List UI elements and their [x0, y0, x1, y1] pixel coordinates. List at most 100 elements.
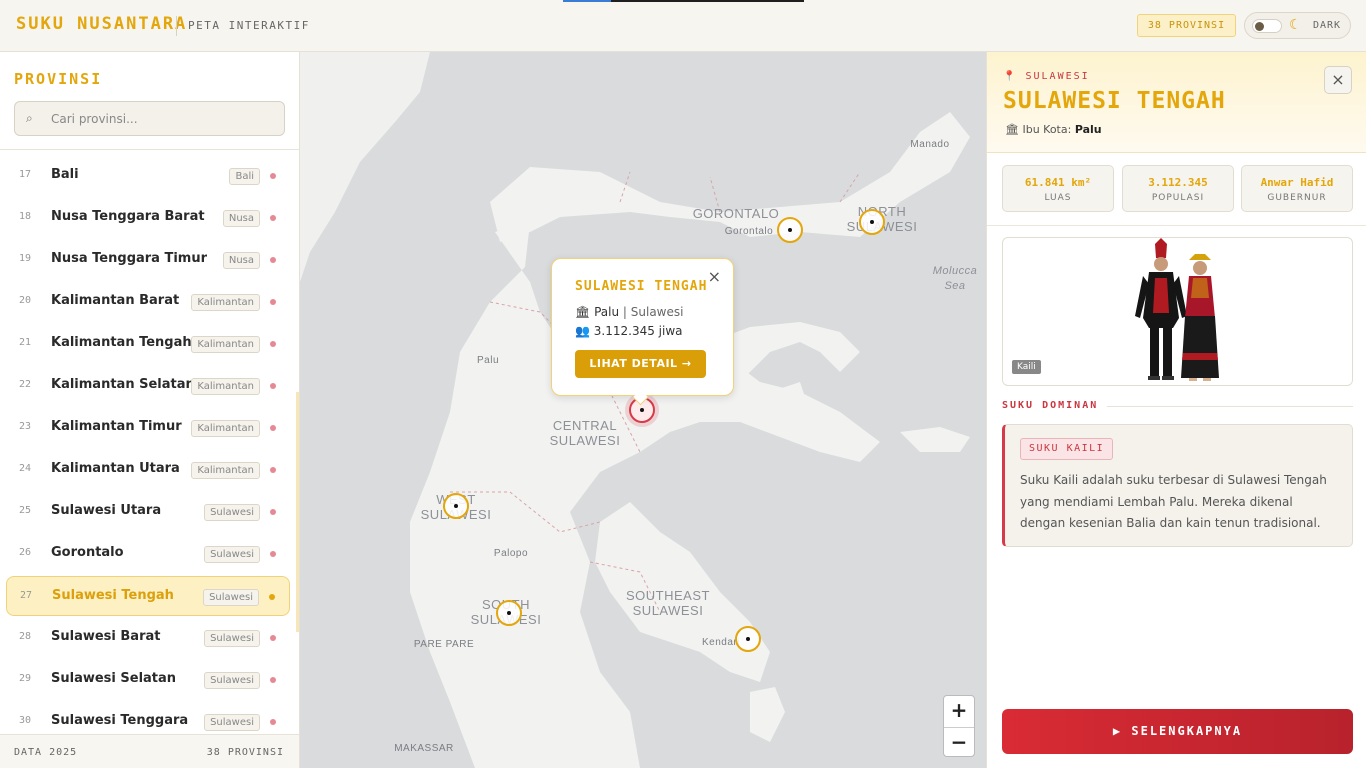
map-label-molucca-sea: Molucca Sea — [932, 265, 978, 292]
popup-capital-row: 🏛 Palu | Sulawesi — [575, 305, 683, 319]
region-tag: Nusa — [222, 252, 260, 269]
stat-area: 61.841 km² LUAS — [1002, 165, 1114, 212]
status-dot — [270, 341, 276, 347]
item-name: Sulawesi Selatan — [51, 671, 177, 686]
map-label-southeast-sulawesi: SOUTHEAST SULAWESI — [626, 588, 710, 618]
interactive-map[interactable]: GORONTALO Gorontalo NORTH SULAWESI Manad… — [300, 52, 986, 768]
suku-badge: SUKU KAILI — [1020, 438, 1114, 460]
zoom-in-button[interactable]: + — [944, 696, 974, 726]
stat-value: Anwar Hafid — [1260, 176, 1334, 189]
map-pin-sulawesi-selatan[interactable] — [496, 600, 522, 626]
item-name: Kalimantan Timur — [51, 419, 182, 434]
list-item[interactable]: 25 Sulawesi Utara Sulawesi — [6, 492, 290, 532]
item-name: Sulawesi Tengah — [52, 588, 174, 603]
brand-divider — [176, 16, 177, 36]
region-tag: Kalimantan — [191, 378, 260, 395]
item-name: Nusa Tenggara Timur — [51, 251, 208, 266]
popup-close-button[interactable]: × — [708, 267, 721, 286]
stat-value: 3.112.345 — [1148, 176, 1208, 189]
list-item[interactable]: 24 Kalimantan Utara Kalimantan — [6, 450, 290, 490]
figure-caption-tag: Kaili — [1012, 360, 1041, 374]
footer-province-count: 38 PROVINSI — [206, 747, 284, 758]
map-pin-sulawesi-barat[interactable] — [443, 493, 469, 519]
list-item[interactable]: 30 Sulawesi Tenggara Sulawesi — [6, 702, 290, 734]
status-dot — [270, 509, 276, 515]
region-tag: Sulawesi — [203, 589, 259, 606]
moon-icon: ☾ — [1289, 17, 1302, 33]
list-item[interactable]: 17 Bali Bali — [6, 156, 290, 196]
map-popup: × SULAWESI TENGAH 🏛 Palu | Sulawesi 👥 3.… — [551, 258, 734, 396]
status-dot — [270, 299, 276, 305]
dark-mode-label: DARK — [1313, 20, 1342, 31]
traditional-costume-image: Kaili — [1002, 237, 1353, 386]
see-more-button[interactable]: ▶ SELENGKAPNYA — [1002, 709, 1353, 754]
panel-close-button[interactable]: × — [1324, 66, 1352, 94]
zoom-control: + − — [943, 695, 975, 757]
switch-knob — [1255, 22, 1264, 31]
sidebar-scrollbar[interactable] — [296, 392, 299, 632]
item-number: 25 — [19, 505, 32, 516]
popup-title: SULAWESI TENGAH — [575, 279, 708, 294]
region-tag: Sulawesi — [204, 504, 260, 521]
building-icon: 🏛 — [1005, 123, 1019, 136]
popup-capital: Palu — [594, 305, 620, 319]
list-item[interactable]: 21 Kalimantan Tengah Kalimantan — [6, 324, 290, 364]
region-tag-label: SULAWESI — [1025, 71, 1090, 82]
status-dot — [269, 594, 275, 600]
status-dot — [270, 677, 276, 683]
item-name: Nusa Tenggara Barat — [51, 209, 205, 224]
stat-population: 3.112.345 POPULASI — [1122, 165, 1234, 212]
list-item[interactable]: 28 Sulawesi Barat Sulawesi — [6, 618, 290, 658]
map-pin-gorontalo[interactable] — [777, 217, 803, 243]
list-item[interactable]: 18 Nusa Tenggara Barat Nusa — [6, 198, 290, 238]
brand-subtitle: PETA INTERAKTIF — [188, 19, 310, 32]
item-number: 29 — [19, 673, 32, 684]
map-label-palu: Palu — [476, 355, 499, 366]
dark-mode-toggle[interactable]: ☾ DARK — [1244, 12, 1351, 39]
region-tag: Sulawesi — [204, 714, 260, 731]
map-label-gorontalo-city: Gorontalo — [724, 226, 774, 237]
item-number: 23 — [19, 421, 32, 432]
item-name: Kalimantan Selatan — [51, 377, 195, 392]
stat-label: LUAS — [1044, 193, 1072, 203]
item-number: 22 — [19, 379, 32, 390]
loading-progress-fill — [563, 0, 612, 2]
region-tag: Sulawesi — [204, 546, 260, 563]
item-number: 19 — [19, 253, 32, 264]
loading-progress-bar — [563, 0, 804, 2]
region-tag: Sulawesi — [204, 672, 260, 689]
view-detail-button[interactable]: LIHAT DETAIL → — [575, 350, 706, 378]
dark-mode-switch[interactable] — [1252, 19, 1282, 33]
list-item[interactable]: 19 Nusa Tenggara Timur Nusa — [6, 240, 290, 280]
list-item[interactable]: 23 Kalimantan Timur Kalimantan — [6, 408, 290, 448]
item-name: Sulawesi Barat — [51, 629, 161, 644]
top-header: SUKU NUSANTARA PETA INTERAKTIF 38 PROVIN… — [0, 0, 1366, 52]
zoom-out-button[interactable]: − — [944, 727, 974, 757]
play-icon: ▶ — [1112, 724, 1123, 738]
map-label-manado: Manado — [910, 139, 950, 150]
list-item[interactable]: 26 Gorontalo Sulawesi — [6, 534, 290, 574]
stat-label: POPULASI — [1151, 193, 1205, 203]
province-count-badge: 38 PROVINSI — [1137, 14, 1236, 37]
item-name: Bali — [51, 167, 79, 182]
brand-title[interactable]: SUKU NUSANTARA — [16, 14, 187, 34]
building-icon: 🏛 — [575, 305, 591, 319]
section-title-suku: SUKU DOMINAN — [1002, 400, 1099, 411]
item-number: 26 — [19, 547, 32, 558]
region-tag: Kalimantan — [191, 294, 260, 311]
section-divider — [1107, 406, 1353, 407]
list-item[interactable]: 22 Kalimantan Selatan Kalimantan — [6, 366, 290, 406]
province-list[interactable]: 17 Bali Bali 18 Nusa Tenggara Barat Nusa 19 N… — [0, 156, 299, 734]
item-name: Gorontalo — [51, 545, 124, 560]
region-tag: Kalimantan — [191, 420, 260, 437]
list-item[interactable]: 20 Kalimantan Barat Kalimantan — [6, 282, 290, 322]
region-tag: Kalimantan — [191, 336, 260, 353]
list-item-active[interactable]: 27 Sulawesi Tengah Sulawesi — [6, 576, 290, 616]
map-label-pare-pare: PARE PARE — [413, 639, 475, 650]
map-pin-sulawesi-utara[interactable] — [859, 209, 885, 235]
search-input[interactable] — [51, 109, 271, 129]
list-item[interactable]: 29 Sulawesi Selatan Sulawesi — [6, 660, 290, 700]
search-box[interactable]: ⌕ — [14, 101, 285, 136]
map-pin-sulawesi-tenggara[interactable] — [735, 626, 761, 652]
item-number: 20 — [19, 295, 32, 306]
